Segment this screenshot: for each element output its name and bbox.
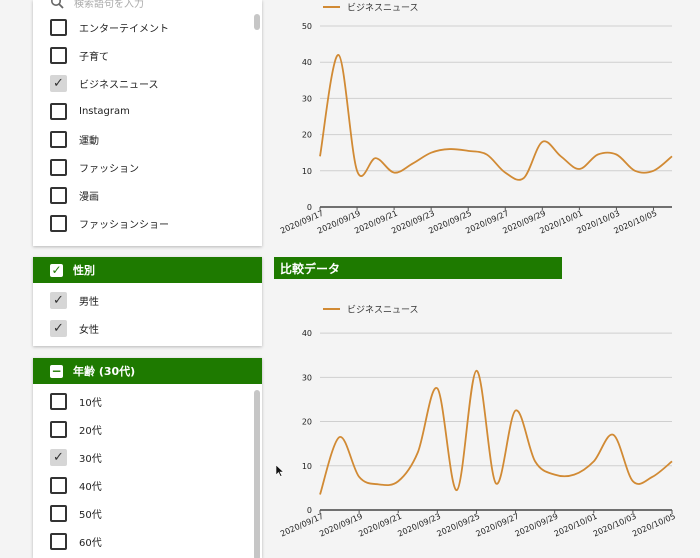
y-tick-label: 50	[302, 22, 312, 31]
search-input[interactable]: 検索語句を入力	[74, 0, 144, 10]
x-tick-label: 2020/10/03	[592, 512, 638, 539]
category-label: 子育て	[79, 48, 109, 63]
mouse-cursor-icon	[276, 465, 284, 477]
y-tick-label: 30	[302, 373, 312, 382]
category-option[interactable]: Instagram	[33, 97, 252, 125]
gender-all-checkbox[interactable]: ✓	[50, 264, 63, 277]
category-checkbox[interactable]	[50, 187, 67, 204]
gender-title: 性別	[73, 262, 95, 278]
category-scrollbar[interactable]	[254, 14, 260, 30]
category-label: 運動	[79, 132, 99, 147]
category-option[interactable]: エンターテイメント	[33, 13, 252, 41]
category-option[interactable]: 漫画	[33, 181, 252, 209]
y-tick-label: 0	[307, 203, 312, 212]
category-checkbox[interactable]	[50, 75, 67, 92]
age-option[interactable]: 40代	[33, 471, 252, 499]
comparison-title-text: 比較データ	[280, 260, 340, 277]
category-label: ファッションショー	[79, 216, 169, 231]
age-title: 年齢 (30代)	[73, 363, 135, 379]
y-tick-label: 20	[302, 418, 312, 427]
category-option[interactable]: ファッション	[33, 153, 252, 181]
search-icon	[50, 0, 64, 9]
category-label: エンターテイメント	[79, 20, 169, 35]
category-option[interactable]: 運動	[33, 125, 252, 153]
age-checkbox[interactable]	[50, 449, 67, 466]
y-tick-label: 20	[302, 131, 312, 140]
age-option[interactable]: 60代	[33, 527, 252, 555]
category-checkbox[interactable]	[50, 131, 67, 148]
category-label: ビジネスニュース	[79, 76, 159, 91]
gender-checkbox[interactable]	[50, 320, 67, 337]
x-tick-label: 2020/09/23	[396, 512, 442, 539]
y-tick-label: 40	[302, 329, 312, 338]
age-scrollbar[interactable]	[254, 390, 260, 558]
age-checkbox[interactable]	[50, 393, 67, 410]
y-tick-label: 0	[307, 506, 312, 515]
y-tick-label: 10	[302, 462, 312, 471]
gender-label: 女性	[79, 321, 99, 336]
search-row[interactable]: 検索語句を入力	[33, 0, 252, 12]
age-checkbox[interactable]	[50, 421, 67, 438]
series-line	[320, 55, 672, 180]
age-checkbox[interactable]	[50, 505, 67, 522]
age-label: 60代	[79, 534, 102, 549]
age-option[interactable]: 50代	[33, 499, 252, 527]
gender-label: 男性	[79, 293, 99, 308]
y-tick-label: 40	[302, 58, 312, 67]
age-checkbox[interactable]	[50, 477, 67, 494]
category-filter-panel: 検索語句を入力 エンターテイメント子育てビジネスニュース Instagram 運動フ…	[33, 0, 262, 246]
category-option[interactable]: ファッションショー	[33, 209, 252, 237]
category-checkbox[interactable]	[50, 215, 67, 232]
age-label: 10代	[79, 394, 102, 409]
age-partial-checkbox[interactable]: −	[50, 365, 63, 378]
category-checkbox[interactable]	[50, 159, 67, 176]
x-tick-label: 2020/09/17	[279, 512, 325, 539]
category-label: ファッション	[79, 160, 139, 175]
legend-label: ビジネスニュース	[347, 305, 419, 316]
gender-option[interactable]: 男性	[33, 286, 252, 314]
age-option[interactable]: 20代	[33, 415, 252, 443]
category-checkbox[interactable]	[50, 103, 67, 120]
age-option[interactable]: 30代	[33, 443, 252, 471]
gender-checkbox[interactable]	[50, 292, 67, 309]
age-option[interactable]: 10代	[33, 387, 252, 415]
age-label: 30代	[79, 450, 102, 465]
x-tick-label: 2020/09/29	[514, 512, 560, 539]
category-label: 漫画	[79, 188, 99, 203]
age-header[interactable]: − 年齢 (30代)	[33, 358, 262, 384]
x-tick-label: 2020/09/27	[475, 512, 521, 539]
x-tick-label: 2020/09/19	[318, 512, 364, 539]
age-filter-panel: − 年齢 (30代) 10代 20代 30代 40代 50代 60代	[33, 358, 262, 558]
x-tick-label: 2020/10/01	[553, 512, 599, 539]
gender-option[interactable]: 女性	[33, 314, 252, 342]
y-tick-label: 10	[302, 167, 312, 176]
age-label: 20代	[79, 422, 102, 437]
gender-filter-panel: ✓ 性別 男性女性	[33, 257, 262, 346]
category-label: Instagram	[79, 106, 130, 117]
legend-label: ビジネスニュース	[347, 3, 419, 14]
gender-header[interactable]: ✓ 性別	[33, 257, 262, 283]
age-checkbox[interactable]	[50, 533, 67, 550]
series-line	[320, 371, 672, 495]
x-tick-label: 2020/09/21	[357, 512, 403, 539]
x-tick-label: 2020/10/05	[631, 512, 677, 539]
category-option[interactable]: 子育て	[33, 41, 252, 69]
comparison-title: 比較データ	[274, 257, 562, 279]
x-tick-label: 2020/09/25	[435, 512, 481, 539]
business-news-comparison-chart: ビジネスニュース0102030402020/09/172020/09/19202…	[278, 296, 688, 546]
category-option[interactable]: ビジネスニュース	[33, 69, 252, 97]
business-news-chart: ビジネスニュース010203040502020/09/172020/09/192…	[278, 0, 688, 250]
category-checkbox[interactable]	[50, 19, 67, 36]
age-label: 40代	[79, 478, 102, 493]
age-label: 50代	[79, 506, 102, 521]
category-checkbox[interactable]	[50, 47, 67, 64]
y-tick-label: 30	[302, 94, 312, 103]
